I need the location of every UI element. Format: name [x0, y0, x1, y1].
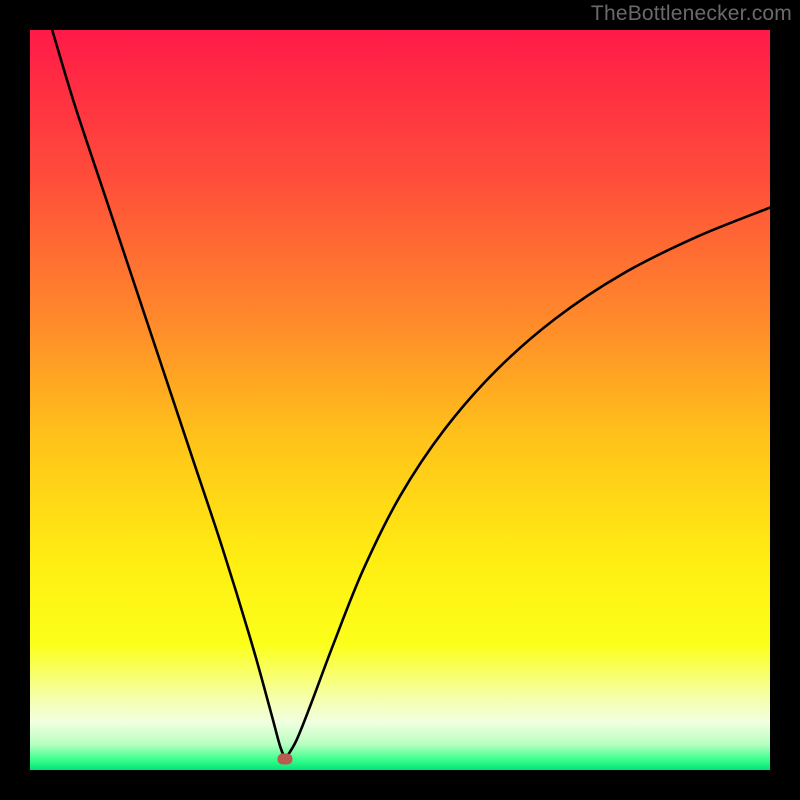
chart-minimum-marker	[278, 753, 293, 764]
chart-plot-area	[30, 30, 770, 770]
watermark-text: TheBottlenecker.com	[591, 2, 792, 26]
chart-background-gradient	[30, 30, 770, 770]
